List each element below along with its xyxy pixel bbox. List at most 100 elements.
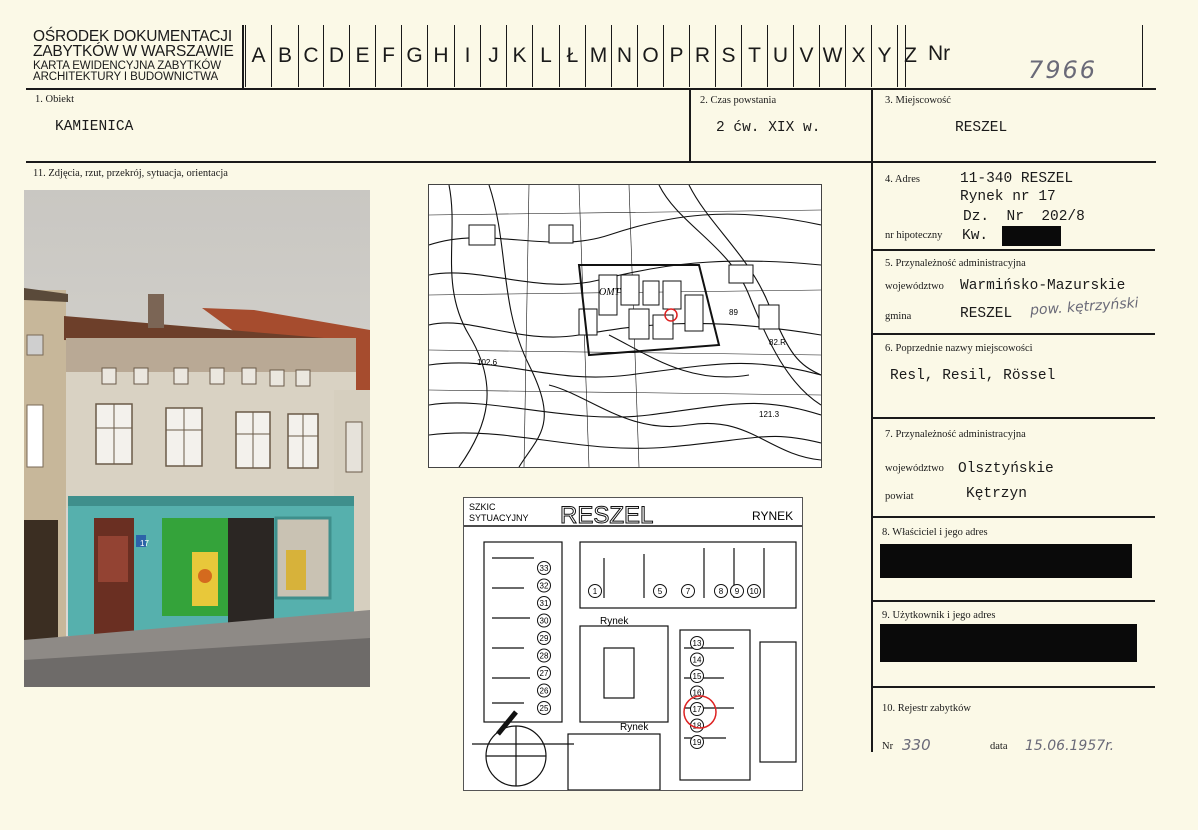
- divider: [872, 417, 1155, 419]
- street-label-2: Rynek: [620, 722, 649, 733]
- field-old-admin-label: 7. Przynależność administracyjna: [885, 429, 1026, 440]
- map-label-omt: OMT: [599, 287, 622, 298]
- kw-label: Kw.: [962, 228, 989, 244]
- house-number: 28: [540, 652, 549, 661]
- site-sketch: SZKIC SYTUACYJNY RESZEL RYNEK Rynek Ryne…: [463, 497, 803, 791]
- house-number: 5: [658, 587, 663, 596]
- org-title-line2: ZABYTKÓW W WARSZAWIE: [33, 43, 234, 60]
- house-number: 26: [540, 687, 549, 696]
- alphabet-index: ABCDEFGHIJKLŁMNOPRSTUVWXYZ: [245, 25, 923, 87]
- org-title: OŚRODEK DOKUMENTACJI ZABYTKÓW W WARSZAWI…: [33, 28, 234, 60]
- address-line1: 11-340 RESZEL: [960, 171, 1074, 187]
- map-elevation-a: 102.6: [477, 358, 498, 367]
- card-type: KARTA EWIDENCYJNA ZABYTKÓW ARCHITEKTURY …: [33, 60, 221, 83]
- commune-value: RESZEL: [960, 306, 1013, 322]
- field-object-label: 1. Obiekt: [35, 94, 75, 105]
- house-number: 31: [540, 599, 549, 608]
- former-names-value: Resl, Resil, Rössel: [890, 368, 1056, 384]
- register-date-value: 15.06.1957r.: [1025, 738, 1115, 754]
- house-number: 32: [540, 582, 549, 591]
- house-number: 17: [693, 705, 702, 714]
- card-type-line2: ARCHITEKTURY I BUDOWNICTWA: [33, 71, 219, 83]
- alphabet-letter: T: [741, 25, 767, 87]
- house-number: 1: [593, 587, 598, 596]
- divider: [26, 161, 1156, 163]
- house-number: 14: [693, 656, 702, 665]
- alphabet-letter: L: [532, 25, 559, 87]
- map-label-d: 82.R: [769, 338, 786, 347]
- alphabet-letter: Y: [871, 25, 897, 87]
- house-number: 8: [719, 587, 724, 596]
- field-user-label: 9. Użytkownik i jego adres: [882, 610, 996, 621]
- house-number: 13: [693, 639, 702, 648]
- divider: [872, 686, 1155, 688]
- address-line2: Rynek nr 17: [960, 189, 1056, 205]
- alphabet-letter: S: [715, 25, 741, 87]
- alphabet-letter: D: [323, 25, 349, 87]
- commune-label: gmina: [885, 311, 912, 322]
- house-number: 7: [686, 587, 691, 596]
- house-number: 33: [540, 564, 549, 573]
- alphabet-letter: A: [245, 25, 271, 87]
- address-plot: Dz. Nr 202/8: [963, 209, 1085, 225]
- register-nr-label: Nr: [882, 741, 894, 752]
- alphabet-letter: J: [480, 25, 506, 87]
- redaction-bar: [1002, 226, 1061, 246]
- org-title-line1: OŚRODEK DOKUMENTACJI: [33, 28, 232, 45]
- register-nr-value: 330: [902, 736, 931, 754]
- district-label: powiat: [885, 491, 914, 502]
- sketch-title: RESZEL: [560, 502, 653, 529]
- field-date-value: 2 ćw. XIX w.: [716, 120, 821, 136]
- register-date-label: data: [990, 741, 1008, 752]
- field-date-label: 2. Czas powstania: [700, 95, 777, 106]
- field-owner-label: 8. Właściciel i jego adres: [882, 527, 988, 538]
- house-number: 18: [693, 722, 702, 731]
- commune-handwritten-note: pow. kętrzyński: [1029, 295, 1140, 319]
- alphabet-letter: V: [793, 25, 819, 87]
- map-elevation-c: 89: [729, 308, 738, 317]
- alphabet-letter: Ł: [559, 25, 585, 87]
- sketch-small-title1: SZKIC: [469, 502, 496, 512]
- alphabet-letter: F: [375, 25, 401, 87]
- divider: [872, 333, 1155, 335]
- divider: [26, 88, 1156, 90]
- card-number-label: Nr: [928, 42, 951, 65]
- mortgage-label: nr hipoteczny: [885, 230, 943, 241]
- voivodeship-value: Warmińsko-Mazurskie: [960, 278, 1126, 294]
- shop-number-plate: 17: [140, 539, 149, 548]
- field-register-label: 10. Rejestr zabytków: [882, 703, 971, 714]
- field-locality-value: RESZEL: [955, 120, 1008, 136]
- divider: [689, 89, 691, 162]
- field-former-names-label: 6. Poprzednie nazwy miejscowości: [885, 343, 1033, 354]
- alphabet-letter: N: [611, 25, 637, 87]
- house-number: 27: [540, 669, 549, 678]
- alphabet-letter: C: [298, 25, 323, 87]
- alphabet-letter: B: [271, 25, 298, 87]
- house-number: 19: [693, 738, 702, 747]
- site-sketch-drawing: SZKIC SYTUACYJNY RESZEL RYNEK Rynek Ryne…: [464, 498, 802, 790]
- district-value: Kętrzyn: [966, 486, 1027, 502]
- topographic-map-drawing: OMT 102.6 121.3 89 82.R: [429, 185, 821, 467]
- card-number-value: 7966: [1028, 56, 1098, 84]
- topographic-map: OMT 102.6 121.3 89 82.R: [428, 184, 822, 468]
- divider: [872, 249, 1155, 251]
- house-number: 9: [735, 587, 740, 596]
- sketch-corner-label: RYNEK: [752, 509, 793, 523]
- map-elevation-b: 121.3: [759, 410, 780, 419]
- divider: [871, 89, 873, 752]
- alphabet-letter: P: [663, 25, 689, 87]
- alphabet-letter: I: [454, 25, 480, 87]
- street-label-1: Rynek: [600, 616, 629, 627]
- field-object-value: KAMIENICA: [55, 119, 134, 135]
- building-photo-drawing: 17: [24, 190, 370, 687]
- building-photo: 17: [24, 190, 370, 687]
- alphabet-letter: H: [427, 25, 454, 87]
- alphabet-letter: W: [819, 25, 845, 87]
- field-locality-label: 3. Miejscowość: [885, 95, 951, 106]
- redaction-bar: [880, 624, 1137, 662]
- alphabet-letter: G: [401, 25, 427, 87]
- house-number: 15: [693, 672, 702, 681]
- house-number: 30: [540, 617, 549, 626]
- house-number: 25: [540, 704, 549, 713]
- sketch-small-title2: SYTUACYJNY: [469, 513, 529, 523]
